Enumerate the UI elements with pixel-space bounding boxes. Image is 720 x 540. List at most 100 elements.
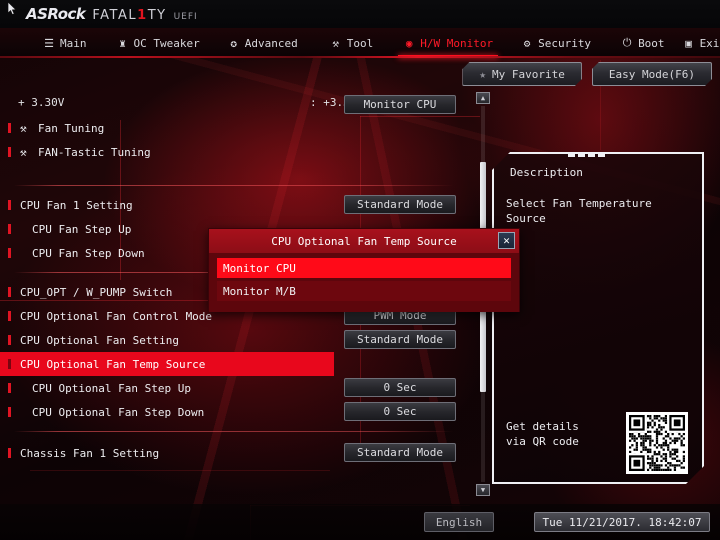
setting-label: CPU_OPT / W_PUMP Switch bbox=[20, 285, 173, 299]
setting-row-cpu-optional-fan-temp-source[interactable]: CPU Optional Fan Temp Source bbox=[0, 352, 334, 376]
tab-label: Security bbox=[538, 36, 592, 50]
setting-value-button[interactable]: Standard Mode bbox=[344, 443, 456, 462]
tab-label: Boot bbox=[638, 36, 665, 50]
tab-label: H/W Monitor bbox=[420, 36, 494, 50]
menu-item-fan-tastic-tuning[interactable]: ⚒ FAN-Tastic Tuning bbox=[0, 140, 474, 164]
setting-label: CPU Fan Step Up bbox=[32, 222, 132, 236]
easy-mode-label: Easy Mode(F6) bbox=[608, 67, 695, 81]
setting-row-cpu-fan-1-setting[interactable]: CPU Fan 1 Setting Standard Mode bbox=[0, 193, 474, 217]
chevron-down-icon: ▼ bbox=[480, 486, 486, 494]
description-title: Description bbox=[510, 166, 583, 179]
mode-button-bar: ★ My Favorite Easy Mode(F6) bbox=[462, 62, 712, 86]
setting-value-button[interactable]: Standard Mode bbox=[344, 195, 456, 214]
gauge-icon: ◉ bbox=[405, 36, 413, 50]
language-button[interactable]: English bbox=[424, 512, 494, 532]
setting-label: CPU Optional Fan Step Down bbox=[32, 405, 205, 419]
tools-icon: ⚒ bbox=[20, 121, 27, 135]
section-divider bbox=[0, 185, 474, 186]
setting-label: CPU Fan 1 Setting bbox=[20, 198, 133, 212]
setting-label: CPU Optional Fan Step Up bbox=[32, 381, 191, 395]
setting-value-button[interactable]: 0 Sec bbox=[344, 378, 456, 397]
dialog-body: Monitor CPU Monitor M/B bbox=[209, 253, 519, 312]
star-icon: ★ bbox=[479, 67, 487, 81]
tab-label: Advanced bbox=[244, 36, 298, 50]
setting-value-button-temp-source[interactable]: Monitor CPU bbox=[344, 95, 456, 114]
menu-item-label: Fan Tuning bbox=[38, 121, 105, 135]
list-icon: ☰ bbox=[44, 36, 54, 50]
scroll-down-button[interactable]: ▼ bbox=[476, 484, 490, 496]
description-body: Select Fan Temperature Source bbox=[506, 197, 652, 225]
flame-icon: ♜ bbox=[119, 36, 126, 50]
brand-name: ASRock bbox=[26, 5, 86, 23]
row-bullet bbox=[8, 311, 11, 321]
tab-main[interactable]: ☰ Main bbox=[34, 28, 96, 58]
app-header: ASRock FATAL1TY UEFI bbox=[0, 0, 720, 28]
temp-source-dialog: CPU Optional Fan Temp Source ✕ Monitor C… bbox=[208, 228, 520, 312]
setting-label: CPU Optional Fan Setting bbox=[20, 333, 179, 347]
brand-logo: ASRock FATAL1TY UEFI bbox=[26, 5, 198, 23]
status-bar: English Tue 11/21/2017. 18:42:07 bbox=[0, 504, 720, 540]
description-panel: Description Select Fan Temperature Sourc… bbox=[492, 152, 704, 484]
dialog-title: CPU Optional Fan Temp Source bbox=[271, 234, 457, 248]
setting-label: CPU Fan Step Down bbox=[32, 246, 145, 260]
my-favorite-label: My Favorite bbox=[492, 67, 565, 81]
easy-mode-button[interactable]: Easy Mode(F6) bbox=[592, 62, 712, 86]
row-bullet bbox=[8, 359, 11, 369]
tab-label: OC Tweaker bbox=[133, 36, 200, 50]
row-bullet bbox=[8, 200, 11, 210]
tools-icon: ⚒ bbox=[20, 145, 27, 159]
setting-row-cpu-optional-fan-step-up[interactable]: CPU Optional Fan Step Up 0 Sec bbox=[0, 376, 474, 400]
row-bullet bbox=[8, 123, 11, 133]
tab-exit[interactable]: ▣ Exit bbox=[674, 28, 720, 58]
tab-oc-tweaker[interactable]: ♜ OC Tweaker bbox=[108, 28, 209, 58]
setting-label: CPU Optional Fan Temp Source bbox=[20, 357, 206, 371]
product-name: FATAL1TY bbox=[92, 8, 167, 23]
tab-tool[interactable]: ⚒ Tool bbox=[321, 28, 383, 58]
setting-label: Chassis Fan 1 Setting bbox=[20, 446, 160, 460]
row-bullet bbox=[8, 147, 11, 157]
row-bullet bbox=[8, 248, 11, 258]
row-bullet bbox=[8, 448, 11, 458]
mouse-cursor bbox=[8, 2, 17, 16]
setting-value-button[interactable]: 0 Sec bbox=[344, 402, 456, 421]
close-icon[interactable]: ✕ bbox=[498, 232, 515, 249]
tab-boot[interactable]: ⏻ Boot bbox=[612, 28, 674, 58]
menu-item-label: FAN-Tastic Tuning bbox=[38, 145, 151, 159]
shield-icon: ⚙ bbox=[523, 36, 531, 50]
row-bullet bbox=[8, 287, 11, 297]
menu-item-fan-tuning[interactable]: ⚒ Fan Tuning bbox=[0, 116, 474, 140]
star-icon: ✪ bbox=[230, 36, 238, 50]
setting-row-chassis-fan-1-setting[interactable]: Chassis Fan 1 Setting Standard Mode bbox=[0, 441, 474, 465]
row-bullet bbox=[8, 335, 11, 345]
section-divider bbox=[0, 431, 474, 432]
tab-security[interactable]: ⚙ Security bbox=[512, 28, 600, 58]
dialog-option-monitor-mb[interactable]: Monitor M/B bbox=[217, 281, 511, 301]
datetime-display: Tue 11/21/2017. 18:42:07 bbox=[534, 512, 710, 532]
qr-caption: Get details via QR code bbox=[506, 420, 579, 448]
my-favorite-button[interactable]: ★ My Favorite bbox=[462, 62, 581, 86]
setting-value-button[interactable]: Standard Mode bbox=[344, 330, 456, 349]
row-bullet bbox=[8, 407, 11, 417]
setting-row-cpu-optional-fan-setting[interactable]: CPU Optional Fan Setting Standard Mode bbox=[0, 328, 474, 352]
tab-advanced[interactable]: ✪ Advanced bbox=[219, 28, 307, 58]
dialog-header: CPU Optional Fan Temp Source ✕ bbox=[209, 229, 519, 253]
chevron-up-icon: ▲ bbox=[480, 94, 486, 102]
qr-code bbox=[626, 412, 688, 474]
voltage-label: + 3.30V bbox=[18, 95, 65, 109]
tab-label: Exit bbox=[699, 36, 720, 50]
scroll-up-button[interactable]: ▲ bbox=[476, 92, 490, 104]
panel-notch bbox=[568, 153, 605, 157]
dialog-option-monitor-cpu[interactable]: Monitor CPU bbox=[217, 258, 511, 278]
main-navigation: ☰ Main ♜ OC Tweaker ✪ Advanced ⚒ Tool ◉ … bbox=[0, 28, 720, 58]
setting-label: CPU Optional Fan Control Mode bbox=[20, 309, 213, 323]
row-bullet bbox=[8, 383, 11, 393]
power-icon: ⏻ bbox=[622, 36, 632, 49]
tools-icon: ⚒ bbox=[332, 36, 340, 50]
tab-label: Main bbox=[60, 36, 87, 50]
row-bullet bbox=[8, 224, 11, 234]
setting-row-cpu-optional-fan-step-down[interactable]: CPU Optional Fan Step Down 0 Sec bbox=[0, 400, 474, 424]
tab-label: Tool bbox=[346, 36, 374, 50]
uefi-label: UEFI bbox=[173, 12, 198, 22]
tab-hw-monitor[interactable]: ◉ H/W Monitor bbox=[394, 28, 502, 58]
exit-icon: ▣ bbox=[685, 36, 692, 50]
